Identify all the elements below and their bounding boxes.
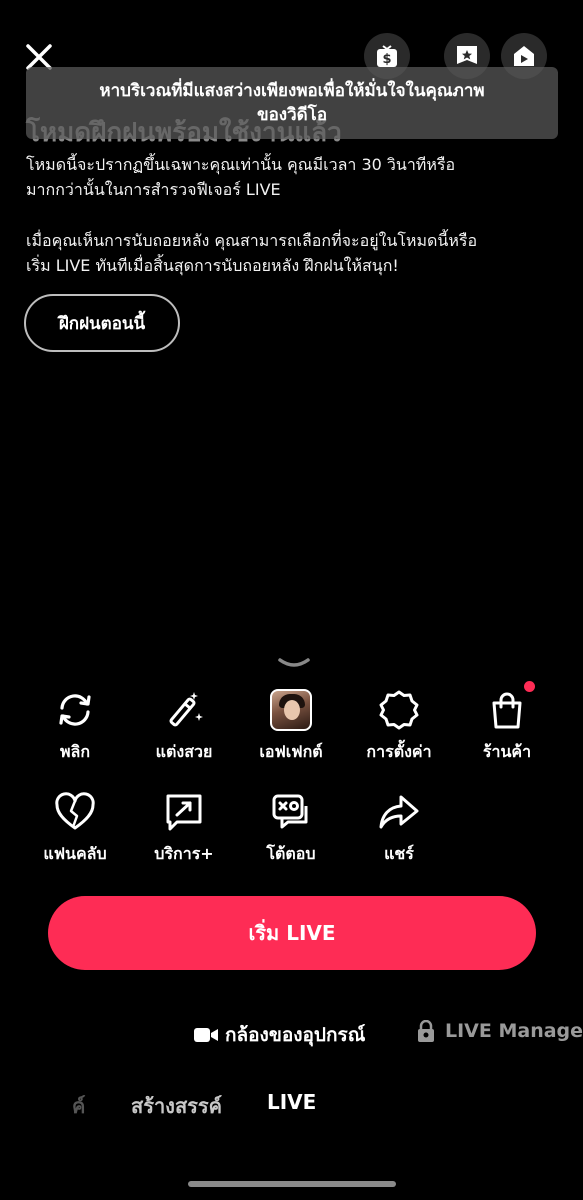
star-badge-icon xyxy=(457,46,477,64)
tool-label: โต้ตอบ xyxy=(266,844,316,863)
tool-effects[interactable]: เอฟเฟกต์ xyxy=(251,688,331,765)
tool-shop[interactable]: ร้านค้า xyxy=(467,681,547,765)
tool-label: การตั้งค่า xyxy=(366,742,432,761)
lighting-toast: หาบริเวณที่มีแสงสว่างเพียงพอเพื่อให้มั่น… xyxy=(26,67,558,139)
settings-icon xyxy=(379,690,419,730)
description-line: เมื่อคุณเห็นการนับถอยหลัง คุณสามารถเลือก… xyxy=(26,231,478,250)
description-line: มากกว่านั้นในการสำรวจฟีเจอร์ LIVE xyxy=(26,180,281,199)
description-line: เริ่ม LIVE ทันทีเมื่อสิ้นสุดการนับถอยหลั… xyxy=(26,256,399,275)
live-manager-option[interactable]: LIVE Manage xyxy=(416,1020,583,1042)
collapse-tools-button[interactable] xyxy=(277,656,311,672)
device-camera-option[interactable]: กล้องของอุปกรณ์ xyxy=(194,1020,365,1050)
start-live-button[interactable]: เริ่ม LIVE xyxy=(48,896,536,970)
mode-tab-live[interactable]: LIVE xyxy=(267,1090,316,1114)
tool-services[interactable]: บริการ+ xyxy=(144,790,224,867)
mode-tab-partial[interactable]: ค์ xyxy=(72,1090,85,1122)
toast-line-2: ของวิดีโอ xyxy=(256,105,328,125)
live-play-icon xyxy=(514,46,534,66)
home-indicator xyxy=(188,1181,396,1187)
magic-wand-icon xyxy=(169,692,203,727)
practice-now-button[interactable]: ฝึกฝนตอนนี้ xyxy=(24,294,180,352)
service-plus-icon xyxy=(166,794,202,831)
tool-label: พลิก xyxy=(59,742,91,761)
tool-fan-club[interactable]: แฟนคลับ xyxy=(35,790,115,867)
tool-interact[interactable]: โต้ตอบ xyxy=(251,790,331,867)
notification-dot xyxy=(524,681,535,692)
flip-camera-icon xyxy=(59,694,91,726)
tool-label: เอฟเฟกต์ xyxy=(259,742,323,761)
shopping-bag-icon xyxy=(492,692,522,729)
svg-text:$: $ xyxy=(382,52,391,67)
chevron-down-icon xyxy=(278,658,310,667)
lock-icon xyxy=(418,1020,434,1042)
tool-flip[interactable]: พลิก xyxy=(35,688,115,765)
coin-gift-icon: $ xyxy=(377,45,397,67)
video-camera-icon xyxy=(194,1028,218,1042)
device-camera-label: กล้องของอุปกรณ์ xyxy=(225,1024,366,1046)
tool-share[interactable]: แชร์ xyxy=(359,790,439,867)
tool-settings[interactable]: การตั้งค่า xyxy=(359,688,439,765)
tool-label: แต่งสวย xyxy=(155,742,213,761)
tool-label: แชร์ xyxy=(384,844,414,863)
toast-line-1: หาบริเวณที่มีแสงสว่างเพียงพอเพื่อให้มั่น… xyxy=(99,81,485,101)
mode-tab-create[interactable]: สร้างสรรค์ xyxy=(131,1090,222,1122)
tool-label: บริการ+ xyxy=(154,844,214,863)
practice-mode-description: โหมดนี้จะปรากฏขึ้นเฉพาะคุณเท่านั้น คุณมี… xyxy=(26,152,566,304)
share-icon xyxy=(379,795,419,829)
tool-label: แฟนคลับ xyxy=(43,844,107,863)
tool-label: ร้านค้า xyxy=(482,742,532,761)
heart-icon xyxy=(55,792,95,830)
live-manager-label: LIVE Manage xyxy=(445,1020,583,1042)
interact-icon xyxy=(272,794,308,829)
tool-beauty[interactable]: แต่งสวย xyxy=(144,688,224,765)
description-line: โหมดนี้จะปรากฏขึ้นเฉพาะคุณเท่านั้น คุณมี… xyxy=(26,155,456,174)
effect-avatar xyxy=(270,689,312,731)
